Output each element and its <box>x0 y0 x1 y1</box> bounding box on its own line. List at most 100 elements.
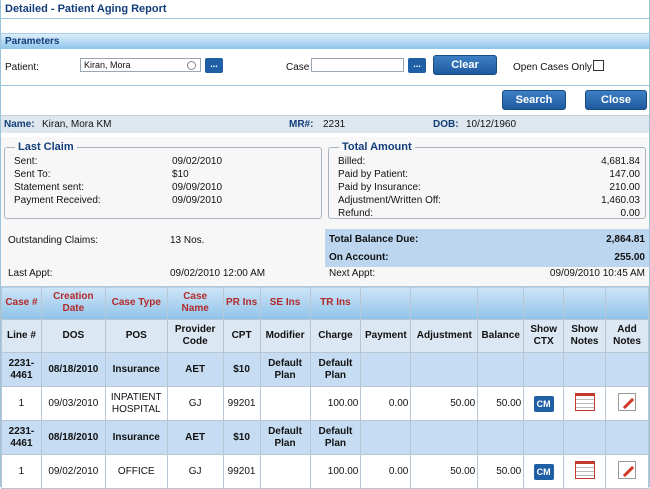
case-se-ins: Default Plan <box>259 352 311 387</box>
add-notes-cell <box>605 454 649 489</box>
show-notes-cell <box>563 386 607 421</box>
open-cases-checkbox[interactable] <box>593 60 604 71</box>
case-row[interactable]: 2231-4461 08/18/2010 Insurance AET $10 D… <box>1 420 649 455</box>
line-row: 1 09/02/2010 OFFICE GJ 99201 100.00 0.00… <box>1 454 649 489</box>
summary-area: Last Claim Sent: 09/02/2010 Sent To: $10… <box>1 137 649 286</box>
mr-label: MR#: <box>289 119 314 130</box>
total-amount-value: 147.00 <box>609 169 640 180</box>
last-claim-value: 09/09/2010 <box>172 182 223 193</box>
case-row[interactable]: 2231-4461 08/18/2010 Insurance AET $10 D… <box>1 352 649 387</box>
col-creation-date: Creation Date <box>40 286 106 320</box>
col-case-type: Case Type <box>104 286 168 320</box>
col-adjustment: Adjustment <box>410 319 479 353</box>
last-claim-value: 09/02/2010 <box>172 156 223 167</box>
case-cell-empty <box>477 352 525 387</box>
case-cell-empty <box>605 420 649 455</box>
on-account-value: 255.00 <box>614 252 645 263</box>
case-name: AET <box>166 420 224 455</box>
search-button[interactable]: Search <box>502 90 566 110</box>
col-line-number: Line # <box>1 319 42 353</box>
case-type: Insurance <box>104 352 168 387</box>
line-number: 1 <box>1 454 42 489</box>
line-cpt: 99201 <box>222 386 261 421</box>
case-cell-empty <box>360 352 412 387</box>
add-notes-icon[interactable] <box>618 392 636 411</box>
line-row: 1 09/03/2010 INPATIENT HOSPITAL GJ 99201… <box>1 386 649 421</box>
case-pr-ins: $10 <box>222 420 261 455</box>
show-notes-cell <box>563 454 607 489</box>
patient-input-value: Kiran, Mora <box>84 60 131 70</box>
col-empty <box>410 286 479 320</box>
patient-aging-report: Detailed - Patient Aging Report Paramete… <box>0 0 650 489</box>
col-show-notes: Show Notes <box>563 319 607 353</box>
col-empty <box>360 286 412 320</box>
patient-input[interactable]: Kiran, Mora <box>80 58 201 72</box>
line-payment: 0.00 <box>360 386 412 421</box>
col-payment: Payment <box>360 319 412 353</box>
case-pr-ins: $10 <box>222 352 261 387</box>
close-button[interactable]: Close <box>585 90 647 110</box>
case-cell-empty <box>477 420 525 455</box>
col-empty <box>563 286 607 320</box>
col-case-number: Case # <box>1 286 42 320</box>
outstanding-claims-label: Outstanding Claims: <box>8 235 99 246</box>
next-appt-label: Next Appt: <box>329 268 376 279</box>
total-balance-due-value: 2,864.81 <box>606 234 645 245</box>
patient-lookup-button[interactable]: ... <box>205 58 223 73</box>
col-add-notes: Add Notes <box>605 319 649 353</box>
show-ctx-cell: CM <box>523 386 565 421</box>
case-cell-empty <box>605 352 649 387</box>
total-amount-value: 1,460.03 <box>601 195 640 206</box>
total-balance-due-label: Total Balance Due: <box>329 234 419 245</box>
col-charge: Charge <box>309 319 362 353</box>
line-provider: GJ <box>166 386 224 421</box>
add-notes-icon[interactable] <box>618 460 636 479</box>
parameters-header: Parameters <box>1 33 649 49</box>
line-adjustment: 50.00 <box>410 454 479 489</box>
case-cell-empty <box>360 420 412 455</box>
next-appt-value: 09/09/2010 10:45 AM <box>549 268 645 279</box>
col-modifier: Modifier <box>259 319 311 353</box>
case-number: 2231-4461 <box>1 420 42 455</box>
last-claim-value: 09/09/2010 <box>172 195 223 206</box>
clear-button[interactable]: Clear <box>433 55 497 75</box>
case-cell-empty <box>563 352 607 387</box>
case-cell-empty <box>523 352 565 387</box>
total-amount-box: Total Amount Billed: 4,681.84 Paid by Pa… <box>328 141 646 219</box>
clear-patient-icon[interactable] <box>187 61 196 70</box>
last-claim-box: Last Claim Sent: 09/02/2010 Sent To: $10… <box>4 141 322 219</box>
case-input[interactable] <box>311 58 404 72</box>
case-tr-ins: Default Plan <box>309 352 362 387</box>
show-notes-icon[interactable] <box>574 460 595 479</box>
col-cpt: CPT <box>222 319 261 353</box>
line-pos: INPATIENT HOSPITAL <box>104 386 168 421</box>
last-claim-key: Statement sent: <box>14 182 85 193</box>
col-provider-code: Provider Code <box>166 319 224 353</box>
case-type: Insurance <box>104 420 168 455</box>
show-ctx-icon[interactable]: CM <box>533 463 554 480</box>
last-claim-key: Sent To: <box>14 169 51 180</box>
col-empty <box>523 286 565 320</box>
case-lookup-button[interactable]: ... <box>408 58 426 73</box>
line-header-row: Line # DOS POS Provider Code CPT Modifie… <box>1 319 649 353</box>
line-balance: 50.00 <box>477 454 525 489</box>
col-empty <box>605 286 649 320</box>
line-charge: 100.00 <box>309 386 362 421</box>
line-balance: 50.00 <box>477 386 525 421</box>
show-ctx-icon[interactable]: CM <box>533 395 554 412</box>
patient-label: Patient: <box>5 62 39 73</box>
last-claim-key: Payment Received: <box>14 195 101 206</box>
balance-panel: Total Balance Due: 2,864.81 On Account: … <box>325 229 649 267</box>
case-name: AET <box>166 352 224 387</box>
dob-label: DOB: <box>433 119 459 130</box>
total-amount-key: Paid by Insurance: <box>338 182 421 193</box>
line-pos: OFFICE <box>104 454 168 489</box>
case-cell-empty <box>410 352 479 387</box>
case-se-ins: Default Plan <box>259 420 311 455</box>
last-claim-title: Last Claim <box>15 141 77 153</box>
total-amount-title: Total Amount <box>339 141 415 153</box>
open-cases-label: Open Cases Only <box>513 62 592 73</box>
total-amount-value: 210.00 <box>609 182 640 193</box>
show-notes-icon[interactable] <box>574 392 595 411</box>
outstanding-claims-value: 13 Nos. <box>170 235 205 246</box>
